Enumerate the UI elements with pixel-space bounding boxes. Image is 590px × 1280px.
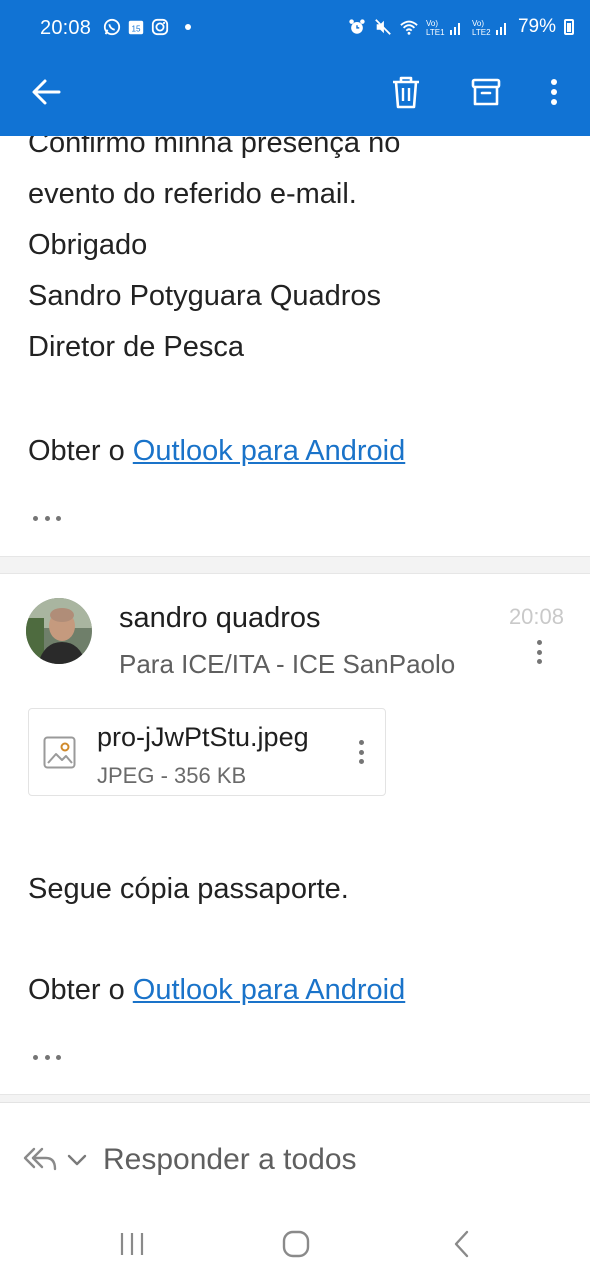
body-line: Diretor de Pesca [28,331,244,363]
previous-message-body: Confirmo minha presença no evento do ref… [28,136,400,373]
back-arrow-icon [32,79,61,105]
mute-icon [375,19,391,35]
archive-button[interactable] [466,72,506,112]
reply-all-button[interactable]: Responder a todos [103,1143,357,1177]
nav-back-button[interactable] [440,1222,484,1266]
signature-prefix: Obter o [28,974,133,1006]
reply-all-icon[interactable] [22,1145,58,1173]
instagram-icon [151,18,169,36]
message-signature: Obter o Outlook para Android [28,965,405,1016]
archive-icon [471,78,501,106]
attachment-meta: JPEG - 356 KB [97,763,247,788]
attachment-more-icon[interactable] [359,740,364,764]
trash-icon [393,76,419,109]
more-options-button[interactable] [534,72,574,112]
battery-icon [564,19,574,35]
alarm-icon [349,19,365,34]
chevron-down-icon[interactable] [66,1153,88,1167]
app-header: 20:08 15 Vo) LTE1 Vo) LTE2 79% [0,0,590,136]
battery-percent: 79% [517,16,556,37]
message-more-icon[interactable] [537,640,542,664]
show-quoted-text-button[interactable] [33,1053,61,1061]
body-line: Obrigado [28,229,148,261]
body-line: evento do referido e-mail. [28,178,357,210]
notification-icons: 15 [103,18,191,36]
message-body: Segue cópia passaporte. [28,873,349,905]
svg-text:LTE2: LTE2 [472,28,491,37]
whatsapp-icon [103,18,121,36]
home-button[interactable] [274,1222,318,1266]
attachment-name: pro-jJwPtStu.jpeg [97,722,309,752]
attachment-card[interactable]: pro-jJwPtStu.jpeg JPEG - 356 KB [28,708,386,796]
recents-icon [120,1233,144,1255]
dot-icon [185,24,191,30]
status-time: 20:08 [40,17,92,39]
recents-button[interactable] [110,1222,154,1266]
signature-prefix: Obter o [28,435,133,467]
svg-text:Vo): Vo) [426,19,438,28]
body-line: Confirmo minha presença no [28,136,401,159]
image-file-icon [43,736,76,769]
avatar[interactable] [26,598,92,664]
sender-name: sandro quadros [119,602,321,634]
sender-photo [26,598,92,664]
reply-bar[interactable]: Responder a todos [0,1102,590,1202]
body-line: Sandro Potyguara Quadros [28,280,382,312]
message-divider [0,556,590,574]
delete-button[interactable] [386,72,426,112]
wifi-icon [400,20,418,35]
message-time: 20:08 [508,604,564,629]
more-vertical-icon [551,79,557,105]
outlook-android-link[interactable]: Outlook para Android [133,974,405,1006]
previous-signature: Obter o Outlook para Android [28,426,405,477]
status-bar: 20:08 15 Vo) LTE1 Vo) LTE2 79% [0,0,590,60]
recipients[interactable]: Para ICE/ITA - ICE SanPaolo [119,649,479,680]
system-nav-bar [0,1202,590,1280]
show-quoted-text-button[interactable] [33,514,61,522]
svg-text:LTE1: LTE1 [426,28,445,37]
system-icons: Vo) LTE1 Vo) LTE2 79% [348,16,574,38]
outlook-android-link[interactable]: Outlook para Android [133,435,405,467]
back-arrow-button[interactable] [26,72,66,112]
svg-text:Vo): Vo) [472,19,484,28]
signal-lte1-icon: Vo) LTE1 [426,19,460,37]
signal-lte2-icon: Vo) LTE2 [472,19,506,37]
home-icon [282,1230,310,1258]
message-divider [0,1094,590,1102]
calendar-icon: 15 [128,20,144,35]
message-thread[interactable]: Confirmo minha presença no evento do ref… [0,136,590,1102]
back-icon [454,1230,469,1258]
svg-text:15: 15 [132,25,141,34]
